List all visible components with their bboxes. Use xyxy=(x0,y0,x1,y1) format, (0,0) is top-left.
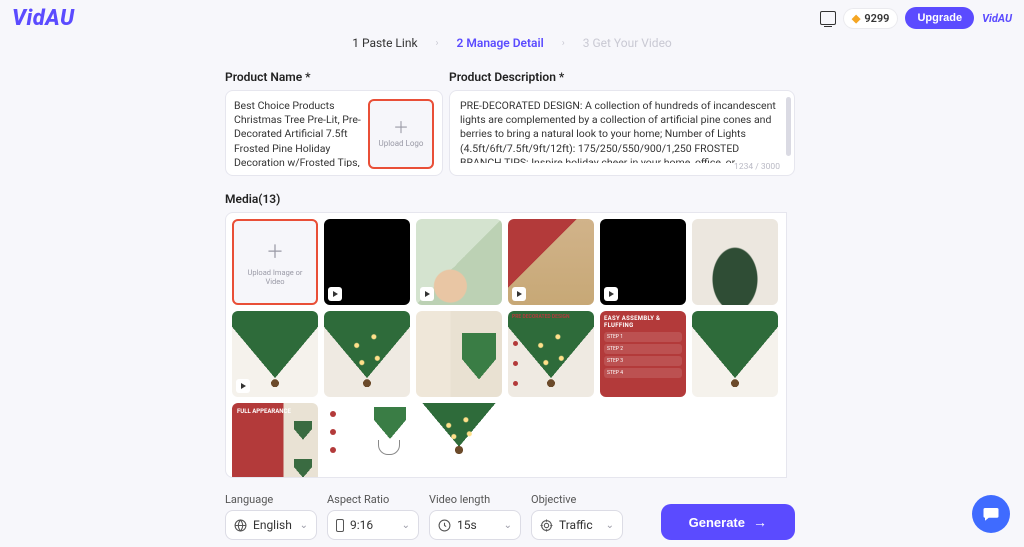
tile-caption: FULL APPEARANCE xyxy=(237,408,291,415)
media-tile-video[interactable] xyxy=(600,219,686,305)
media-panel: ＋ Upload Image or Video PRE DECORATED DE… xyxy=(225,212,787,478)
dot-icon xyxy=(513,381,518,386)
objective-select[interactable]: Traffic ⌄ xyxy=(531,510,623,540)
media-tile-image[interactable] xyxy=(692,311,778,397)
tile-step: STEP 2 xyxy=(604,344,682,354)
chevron-down-icon: ⌄ xyxy=(606,520,614,531)
chevron-down-icon: ⌄ xyxy=(402,520,410,531)
language-value: English xyxy=(253,518,292,532)
main-content: Product Name * Best Choice Products Chri… xyxy=(225,70,795,478)
media-tile-image[interactable]: PRE DECORATED DESIGN xyxy=(508,311,594,397)
media-tile-video[interactable] xyxy=(324,219,410,305)
media-tile-image[interactable] xyxy=(324,311,410,397)
product-name-label: Product Name * xyxy=(225,70,443,84)
char-count: 1234 / 3000 xyxy=(734,162,780,172)
app-header: VidAU ◆ 9299 Upgrade VidAU xyxy=(0,0,1024,36)
stepper: 1 Paste Link › 2 Manage Detail › 3 Get Y… xyxy=(0,36,1024,50)
media-tile-video[interactable] xyxy=(508,219,594,305)
aspect-ratio-label: Aspect Ratio xyxy=(327,493,419,506)
objective-value: Traffic xyxy=(559,518,593,532)
chat-icon xyxy=(982,505,1000,523)
media-grid: ＋ Upload Image or Video PRE DECORATED DE… xyxy=(232,219,780,478)
media-tile-image[interactable]: FULL APPEARANCE xyxy=(232,403,318,478)
tile-caption: PRE DECORATED DESIGN xyxy=(512,314,569,320)
upload-media-button[interactable]: ＋ Upload Image or Video xyxy=(232,219,318,305)
dot-icon xyxy=(330,429,336,435)
step-paste-link[interactable]: 1 Paste Link xyxy=(352,36,417,50)
product-name-card: Best Choice Products Christmas Tree Pre-… xyxy=(225,90,443,176)
media-tile-video[interactable] xyxy=(416,219,502,305)
play-icon xyxy=(236,379,250,393)
play-icon xyxy=(420,287,434,301)
play-icon xyxy=(328,287,342,301)
play-icon xyxy=(512,287,526,301)
tile-caption: EASY ASSEMBLY & FLUFFING xyxy=(604,315,682,329)
product-name-input[interactable]: Best Choice Products Christmas Tree Pre-… xyxy=(234,99,362,167)
media-label: Media(13) xyxy=(225,192,795,206)
video-length-value: 15s xyxy=(457,518,477,532)
video-length-select[interactable]: 15s ⌄ xyxy=(429,510,521,540)
plus-icon: ＋ xyxy=(393,120,409,136)
brand-chip[interactable]: VidAU xyxy=(982,12,1012,25)
portrait-icon xyxy=(336,519,344,532)
product-description-label: Product Description * xyxy=(449,70,795,84)
chat-fab[interactable] xyxy=(972,495,1010,533)
generate-button[interactable]: Generate → xyxy=(661,504,795,540)
mini-tree-icon xyxy=(294,459,312,478)
header-right: ◆ 9299 Upgrade VidAU xyxy=(820,7,1012,29)
target-icon xyxy=(540,519,553,532)
step-get-video: 3 Get Your Video xyxy=(583,36,672,50)
globe-icon xyxy=(234,519,247,532)
chevron-down-icon: ⌄ xyxy=(300,520,308,531)
media-tile-image[interactable]: EASY ASSEMBLY & FLUFFING STEP 1 STEP 2 S… xyxy=(600,311,686,397)
upload-logo-label: Upload Logo xyxy=(379,139,424,148)
language-label: Language xyxy=(225,493,317,506)
diamond-icon: ◆ xyxy=(852,12,860,25)
media-tile-image[interactable] xyxy=(324,403,410,459)
aspect-ratio-select[interactable]: 9:16 ⌄ xyxy=(327,510,419,540)
aspect-ratio-value: 9:16 xyxy=(350,518,373,532)
media-tile-video[interactable] xyxy=(232,311,318,397)
chevron-right-icon: › xyxy=(562,38,565,49)
media-tile-image[interactable] xyxy=(692,219,778,305)
media-tile-image[interactable] xyxy=(416,403,502,459)
product-description-card: PRE-DECORATED DESIGN: A collection of hu… xyxy=(449,90,795,176)
arrow-right-icon: → xyxy=(753,514,767,530)
upload-media-label: Upload Image or Video xyxy=(234,268,316,286)
dot-icon xyxy=(513,341,518,346)
dot-icon xyxy=(330,447,336,453)
dot-icon xyxy=(513,361,518,366)
brand-logo[interactable]: VidAU xyxy=(12,6,75,31)
credits-value: 9299 xyxy=(864,12,889,25)
language-select[interactable]: English ⌄ xyxy=(225,510,317,540)
presentation-icon[interactable] xyxy=(820,11,836,25)
product-description-input[interactable]: PRE-DECORATED DESIGN: A collection of hu… xyxy=(450,91,794,163)
objective-label: Objective xyxy=(531,493,623,506)
credits-pill[interactable]: ◆ 9299 xyxy=(844,9,898,28)
video-length-label: Video length xyxy=(429,493,521,506)
step-manage-detail[interactable]: 2 Manage Detail xyxy=(457,36,544,50)
tile-step: STEP 3 xyxy=(604,356,682,366)
generate-label: Generate xyxy=(689,515,745,530)
chevron-right-icon: › xyxy=(436,38,439,49)
upload-logo-button[interactable]: ＋ Upload Logo xyxy=(368,99,434,169)
play-icon xyxy=(604,287,618,301)
upgrade-button[interactable]: Upgrade xyxy=(905,7,974,29)
chevron-down-icon: ⌄ xyxy=(504,520,512,531)
tile-step: STEP 4 xyxy=(604,368,682,378)
media-tile-image[interactable] xyxy=(416,311,502,397)
plus-icon: ＋ xyxy=(266,238,284,264)
mini-tree-icon xyxy=(294,421,312,445)
clock-icon xyxy=(438,519,451,532)
dot-icon xyxy=(330,411,336,417)
bottom-controls: Language English ⌄ Aspect Ratio 9:16 ⌄ V… xyxy=(225,493,795,540)
description-scrollbar[interactable] xyxy=(786,97,791,156)
tile-step: STEP 1 xyxy=(604,332,682,342)
